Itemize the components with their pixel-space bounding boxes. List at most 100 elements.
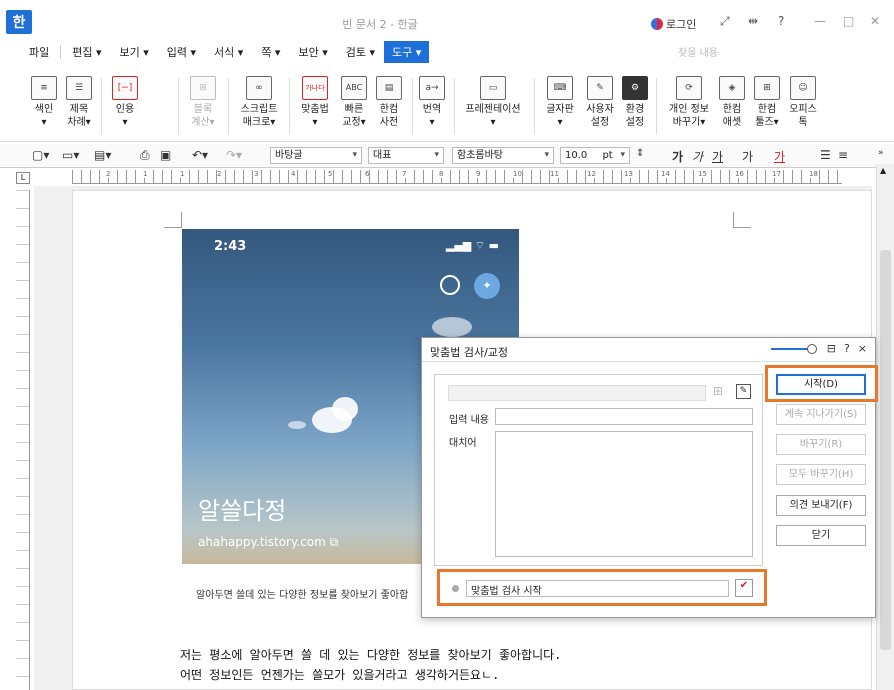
bold-button[interactable]: 가: [672, 148, 683, 165]
quick-correct-button[interactable]: ABC 빠른 교정▾: [337, 76, 371, 129]
privacy-button[interactable]: ⟳ 개인 정보 바꾸기▾: [664, 76, 714, 129]
login-button[interactable]: 로그인: [651, 16, 696, 32]
transparency-slider[interactable]: [770, 343, 817, 354]
redo-icon[interactable]: ↷▾: [226, 148, 242, 162]
image-url: ahahappy.tistory.com ⧉: [198, 535, 339, 549]
ruler-number: 12: [587, 170, 596, 178]
user-settings-button[interactable]: ✎ 사용자 설정: [582, 76, 618, 129]
translate-button[interactable]: a→ 번역 ▾: [416, 76, 448, 129]
dictionary-label: 한컴: [379, 104, 399, 115]
asset-sublabel: 애셋: [722, 117, 742, 128]
close-dialog-button[interactable]: 닫기: [776, 525, 866, 546]
ribbon-divider: [454, 78, 455, 134]
presentation-button[interactable]: ▭ 프레젠테이션 ▾: [460, 76, 526, 129]
new-document-icon[interactable]: ▢▾: [32, 148, 49, 162]
open-folder-icon[interactable]: ▭▾: [62, 148, 79, 162]
translate-arrow: ▾: [429, 117, 435, 128]
replace-button[interactable]: 바꾸기(R): [776, 434, 866, 455]
add-word-icon[interactable]: ⊞: [713, 384, 723, 398]
toolbar-expand-icon[interactable]: »: [878, 148, 884, 158]
strikethrough-button[interactable]: 가: [742, 148, 753, 165]
asset-button[interactable]: ◈ 한컴 애셋: [716, 76, 748, 129]
minimize-button[interactable]: —: [814, 14, 826, 28]
error-context-field[interactable]: [448, 385, 706, 401]
size-stepper-icon[interactable]: ⇕: [636, 148, 644, 159]
preview-icon[interactable]: ▣: [160, 148, 171, 162]
replace-all-button[interactable]: 모두 바꾸기(H): [776, 464, 866, 485]
dictionary-button[interactable]: ▤ 한컴 사전: [372, 76, 406, 129]
tools-icon: ⊞: [754, 76, 780, 100]
italic-button[interactable]: 가: [692, 148, 703, 165]
collapse-icon[interactable]: ⊟: [827, 342, 836, 355]
print-icon[interactable]: ⎙: [140, 148, 150, 163]
scroll-up-icon[interactable]: ▲: [880, 166, 886, 175]
ruler-number: 5: [328, 170, 333, 178]
tab-stop-selector[interactable]: L: [16, 172, 30, 184]
menu-tools[interactable]: 도구 ▾: [383, 41, 430, 63]
env-settings-button[interactable]: ⚙ 환경 설정: [620, 76, 650, 129]
body-text-line[interactable]: 저는 평소에 알아두면 쓸 데 있는 다양한 정보를 찾아보기 좋아합니다.: [180, 646, 561, 663]
toc-label: 제목: [69, 104, 89, 115]
align-justify-icon[interactable]: ☰: [820, 148, 831, 162]
ruler-number: 7: [402, 170, 407, 178]
vertical-scrollbar[interactable]: ▲: [876, 164, 894, 690]
spellcheck-button[interactable]: 가나다 맞춤법 ▾: [295, 76, 335, 129]
menu-view[interactable]: 보기 ▾: [111, 44, 158, 60]
undo-icon[interactable]: ↶▾: [192, 148, 208, 162]
horizontal-ruler[interactable]: 2 1 1 2 3 4 5 6 7 8 9 10 11 12 13 14 15 16 17 18: [72, 170, 842, 184]
fullscreen-icon[interactable]: ⤢: [720, 14, 730, 29]
save-icon[interactable]: ▤▾: [94, 148, 111, 162]
cloud-shape: [332, 397, 358, 421]
close-icon[interactable]: ×: [858, 342, 867, 355]
underline-button[interactable]: 가: [712, 148, 723, 165]
edit-icon[interactable]: ✎: [736, 384, 751, 399]
maximize-button[interactable]: □: [843, 14, 854, 28]
style-select[interactable]: 바탕글: [270, 147, 362, 164]
block-calc-icon: ⊞: [190, 76, 216, 100]
font-select[interactable]: 함초롬바탕: [452, 147, 554, 164]
replacement-list[interactable]: [495, 431, 753, 557]
close-button[interactable]: ✕: [870, 14, 880, 28]
ruler-number: 8: [439, 170, 444, 178]
toc-button[interactable]: ☰ 제목 차례▾: [62, 76, 96, 129]
menu-file[interactable]: 파일: [20, 44, 58, 60]
help-icon[interactable]: ?: [778, 14, 784, 28]
menu-format[interactable]: 서식 ▾: [205, 44, 252, 60]
scroll-thumb[interactable]: [880, 250, 891, 650]
font-color-button[interactable]: 가: [774, 148, 785, 165]
search-input[interactable]: 찾을 내용: [676, 44, 831, 60]
send-feedback-button[interactable]: 의견 보내기(F): [776, 495, 866, 516]
tools-button[interactable]: ⊞ 한컴 툴즈▾: [750, 76, 784, 129]
ruler-number: 4: [291, 170, 296, 178]
app-logo-icon[interactable]: 한: [6, 10, 32, 34]
body-text-line[interactable]: 어떤 정보인든 언젠가는 쓸모가 있을거라고 생각하거든요ㄴ.: [180, 666, 499, 683]
block-calc-button[interactable]: ⊞ 블록 계산▾: [186, 76, 220, 129]
crop-mark: [164, 212, 182, 228]
ribbon-toggle-icon[interactable]: ⇹: [748, 14, 758, 28]
menu-page[interactable]: 쪽 ▾: [252, 44, 289, 60]
user-settings-label: 사용자: [586, 104, 614, 115]
help-icon[interactable]: ?: [844, 342, 850, 355]
skip-button[interactable]: 계속 지나가기(S): [776, 404, 866, 425]
menu-security[interactable]: 보안 ▾: [289, 44, 336, 60]
ribbon-divider: [412, 78, 413, 134]
bird-avatar-icon: ✦: [474, 273, 500, 299]
language-select[interactable]: 대표: [368, 147, 444, 164]
script-macro-icon: ∞: [246, 76, 272, 100]
vertical-ruler[interactable]: [16, 190, 30, 690]
menu-edit[interactable]: 편집 ▾: [63, 44, 110, 60]
office-talk-button[interactable]: ☺ 오피스 톡: [786, 76, 820, 129]
menu-review[interactable]: 검토 ▾: [337, 44, 384, 60]
keyboard-button[interactable]: ⌨ 글자판 ▾: [542, 76, 578, 129]
input-field[interactable]: [495, 408, 753, 425]
script-macro-button[interactable]: ∞ 스크립트 매크로▾: [236, 76, 282, 129]
citation-button[interactable]: [−] 인용 ▾: [108, 76, 142, 129]
script-macro-label: 스크립트: [240, 104, 278, 115]
menu-insert[interactable]: 입력 ▾: [158, 44, 205, 60]
align-left-icon[interactable]: ≡: [838, 148, 848, 162]
ruler-number: 9: [476, 170, 481, 178]
ruler-number: 18: [809, 170, 818, 178]
font-size-select[interactable]: 10.0 pt: [560, 147, 630, 164]
tools-label: 한컴: [757, 104, 777, 115]
index-button[interactable]: ≡ 색인 ▾: [27, 76, 61, 129]
